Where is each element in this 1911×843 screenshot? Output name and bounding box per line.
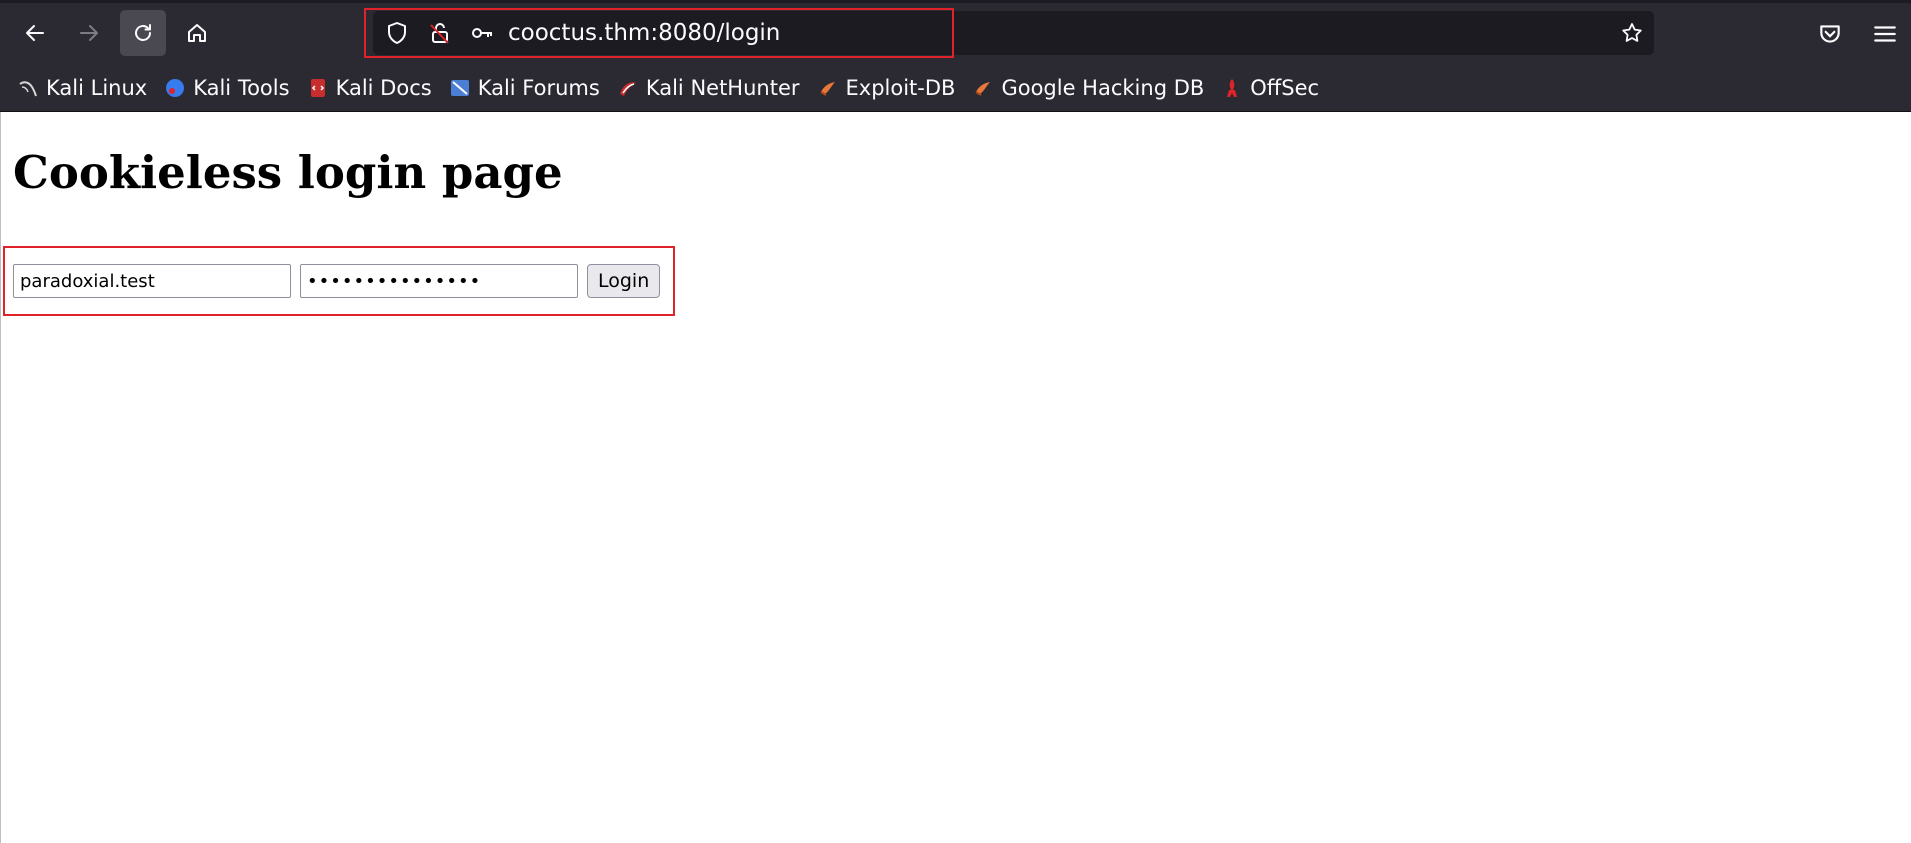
exploit-db-icon	[820, 82, 835, 96]
kali-docs-icon	[310, 79, 325, 97]
bookmark-label: Kali Forums	[477, 76, 600, 100]
bookmark-google-hacking-db[interactable]: Google Hacking DB	[973, 76, 1204, 100]
bookmark-label: Kali NetHunter	[645, 76, 800, 100]
pocket-icon[interactable]	[1817, 21, 1843, 47]
bookmark-label: Google Hacking DB	[1001, 76, 1205, 100]
bookmark-offsec[interactable]: OffSec	[1222, 76, 1319, 100]
kali-tools-icon	[166, 79, 185, 97]
bookmark-label: OffSec	[1250, 76, 1320, 100]
form-highlight-box	[3, 246, 675, 316]
star-icon[interactable]	[1620, 21, 1644, 45]
arrow-left-icon	[26, 25, 44, 41]
home-icon	[188, 24, 206, 42]
page-content: Cookieless login page Login	[0, 112, 1911, 843]
tab-strip-edge	[0, 0, 1911, 3]
url-highlight-box	[364, 8, 954, 58]
browser-toolbar: cooctus.thm:8080/login Kali Linux Kali T…	[0, 0, 1911, 112]
kali-dragon-icon	[19, 81, 37, 97]
bookmark-kali-tools[interactable]: Kali Tools	[165, 76, 290, 100]
bookmark-kali-forums[interactable]: Kali Forums	[450, 76, 600, 100]
bookmark-label: Kali Tools	[193, 76, 290, 100]
forward-button[interactable]	[66, 10, 112, 56]
kali-nethunter-icon	[619, 82, 636, 96]
bookmark-kali-nethunter[interactable]: Kali NetHunter	[618, 76, 800, 100]
home-button[interactable]	[174, 10, 220, 56]
bookmark-kali-linux[interactable]: Kali Linux	[18, 76, 147, 100]
reload-button[interactable]	[120, 10, 166, 56]
offsec-icon	[1227, 79, 1238, 97]
kali-forums-icon	[450, 80, 469, 96]
bookmark-label: Kali Linux	[46, 76, 148, 100]
bookmark-label: Kali Docs	[335, 76, 432, 100]
reload-icon	[135, 24, 151, 41]
arrow-right-icon	[80, 25, 98, 41]
bookmark-exploit-db[interactable]: Exploit-DB	[818, 76, 956, 100]
google-hacking-db-icon	[975, 82, 991, 96]
bookmarks-toolbar: Kali Linux Kali Tools Kali Docs Kali For…	[18, 73, 1337, 103]
hamburger-menu-icon[interactable]	[1872, 21, 1898, 47]
page-title: Cookieless login page	[13, 146, 563, 199]
bookmark-kali-docs[interactable]: Kali Docs	[308, 76, 432, 100]
back-button[interactable]	[12, 10, 58, 56]
bookmark-label: Exploit-DB	[845, 76, 956, 100]
